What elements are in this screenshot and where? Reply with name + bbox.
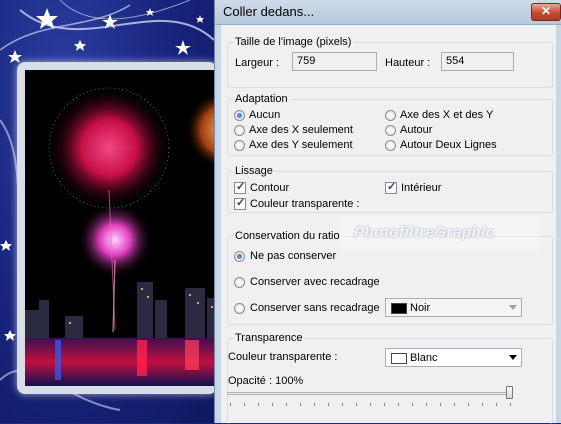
height-field[interactable]: 554 bbox=[441, 52, 514, 71]
photo-frame bbox=[17, 62, 214, 394]
transparency-color-swatch bbox=[391, 353, 407, 364]
radio-autour-deux-lignes[interactable] bbox=[385, 140, 396, 151]
radio-sans-recadrage-label[interactable]: Conserver sans recadrage bbox=[250, 302, 380, 314]
radio-axe-y-label[interactable]: Axe des Y seulement bbox=[249, 139, 353, 151]
slider-tick bbox=[412, 403, 413, 406]
transparent-color-checkbox[interactable] bbox=[234, 196, 246, 210]
slider-tick bbox=[468, 403, 469, 406]
paste-into-dialog: Coller dedans... ✕ Taille de l'image (pi… bbox=[214, 0, 561, 424]
fill-color-value: Noir bbox=[410, 302, 431, 314]
transparency-group: Transparence Couleur transparente : Blan… bbox=[227, 332, 553, 424]
slider-tick bbox=[440, 403, 441, 406]
radio-axe-x[interactable] bbox=[234, 125, 245, 136]
slider-tick bbox=[300, 403, 301, 406]
radio-autour[interactable] bbox=[385, 125, 396, 136]
slider-tick bbox=[370, 403, 371, 406]
slider-tick bbox=[258, 403, 259, 406]
slider-tick bbox=[328, 403, 329, 406]
slider-tick bbox=[314, 403, 315, 406]
radio-axe-x-label[interactable]: Axe des X seulement bbox=[249, 124, 353, 136]
transparency-legend: Transparence bbox=[233, 332, 305, 344]
dialog-title: Coller dedans... bbox=[223, 4, 315, 19]
radio-autour-deux-lignes-label[interactable]: Autour Deux Lignes bbox=[400, 139, 497, 151]
chevron-down-icon bbox=[509, 305, 517, 310]
fill-color-swatch bbox=[391, 303, 407, 314]
radio-aucun[interactable] bbox=[234, 110, 245, 121]
background-canvas bbox=[0, 0, 214, 423]
opacity-label: Opacité : 100% bbox=[228, 375, 304, 387]
radio-ne-pas-conserver-label[interactable]: Ne pas conserver bbox=[250, 250, 336, 262]
slider-tick bbox=[230, 403, 231, 406]
watermark: PhotofiltreGraphic bbox=[340, 216, 540, 250]
adaptation-group: Adaptation Aucun Axe des X seulement Axe… bbox=[227, 93, 553, 156]
slider-tick bbox=[454, 403, 455, 406]
slider-tick bbox=[244, 403, 245, 406]
width-label: Largeur : bbox=[235, 57, 280, 69]
transparent-color-checkbox-label[interactable]: Couleur transparente : bbox=[250, 198, 359, 210]
chevron-down-icon bbox=[509, 355, 517, 360]
slider-tick bbox=[272, 403, 273, 406]
image-size-legend: Taille de l'image (pixels) bbox=[233, 36, 354, 48]
interior-label[interactable]: Intérieur bbox=[401, 182, 441, 194]
radio-avec-recadrage[interactable] bbox=[234, 277, 245, 288]
interior-checkbox[interactable] bbox=[385, 180, 397, 194]
image-size-group: Taille de l'image (pixels) Largeur : 759… bbox=[227, 36, 553, 88]
slider-tick bbox=[398, 403, 399, 406]
width-field[interactable]: 759 bbox=[292, 52, 377, 71]
slider-tick bbox=[482, 403, 483, 406]
radio-sans-recadrage[interactable] bbox=[234, 303, 245, 314]
adaptation-legend: Adaptation bbox=[233, 93, 290, 105]
radio-axe-xy[interactable] bbox=[385, 110, 396, 121]
radio-avec-recadrage-label[interactable]: Conserver avec recadrage bbox=[250, 276, 380, 288]
contour-label[interactable]: Contour bbox=[250, 182, 289, 194]
slider-tick bbox=[510, 403, 511, 406]
transparency-color-dropdown[interactable]: Blanc bbox=[385, 348, 522, 367]
radio-aucun-label[interactable]: Aucun bbox=[249, 109, 280, 121]
opacity-slider-track[interactable] bbox=[227, 392, 513, 395]
height-label: Hauteur : bbox=[385, 57, 431, 69]
radio-ne-pas-conserver[interactable] bbox=[234, 251, 245, 262]
title-bar[interactable]: Coller dedans... ✕ bbox=[215, 0, 561, 25]
smoothing-group: Lissage Contour Intérieur Couleur transp… bbox=[227, 165, 553, 213]
radio-autour-label[interactable]: Autour bbox=[400, 124, 432, 136]
radio-axe-xy-label[interactable]: Axe des X et des Y bbox=[400, 109, 493, 121]
slider-tick bbox=[384, 403, 385, 406]
fill-color-dropdown[interactable]: Noir bbox=[385, 298, 522, 317]
ratio-legend: Conservation du ratio bbox=[233, 230, 342, 242]
transparency-color-label: Couleur transparente : bbox=[228, 351, 338, 363]
transparency-color-value: Blanc bbox=[410, 352, 438, 364]
slider-tick bbox=[496, 403, 497, 406]
close-button[interactable]: ✕ bbox=[531, 3, 561, 21]
opacity-slider-thumb[interactable] bbox=[506, 386, 513, 399]
slider-tick bbox=[426, 403, 427, 406]
contour-checkbox[interactable] bbox=[234, 180, 246, 194]
slider-tick bbox=[286, 403, 287, 406]
slider-tick bbox=[356, 403, 357, 406]
fireworks-photo bbox=[25, 70, 214, 386]
slider-tick bbox=[342, 403, 343, 406]
smoothing-legend: Lissage bbox=[233, 165, 275, 177]
radio-axe-y[interactable] bbox=[234, 140, 245, 151]
